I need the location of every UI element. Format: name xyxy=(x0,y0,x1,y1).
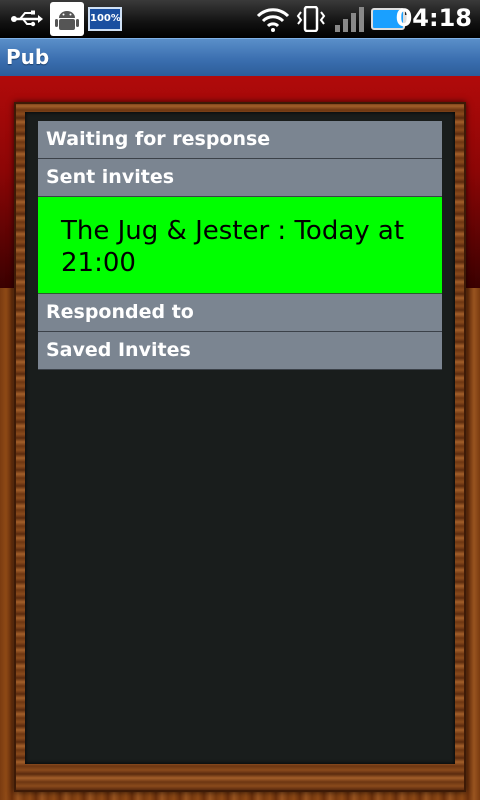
invite-text: The Jug & Jester : Today at 21:00 xyxy=(61,216,405,278)
battery-label: 100% xyxy=(90,13,121,24)
vibrate-icon xyxy=(296,6,326,32)
status-bar: 100% 04:18 xyxy=(0,0,480,38)
list-item-invite[interactable]: The Jug & Jester : Today at 21:00 xyxy=(38,197,442,294)
app-title: Pub xyxy=(6,45,50,69)
status-time: 04:18 xyxy=(395,4,472,32)
usb-icon xyxy=(11,10,43,27)
android-debug-icon xyxy=(50,2,84,36)
section-label: Waiting for response xyxy=(46,128,271,150)
section-waiting-for-response[interactable]: Waiting for response xyxy=(38,121,442,159)
section-responded-to[interactable]: Responded to xyxy=(38,294,442,332)
signal-icon xyxy=(335,7,364,32)
section-label: Responded to xyxy=(46,301,194,323)
wifi-icon xyxy=(256,8,290,32)
section-saved-invites[interactable]: Saved Invites xyxy=(38,332,442,370)
section-label: Sent invites xyxy=(46,166,175,188)
app-title-bar: Pub xyxy=(0,38,480,76)
section-label: Saved Invites xyxy=(46,339,191,361)
battery-notification-icon: 100% xyxy=(88,7,122,31)
section-sent-invites[interactable]: Sent invites xyxy=(38,159,442,197)
invite-list: Waiting for response Sent invites The Ju… xyxy=(38,121,442,370)
